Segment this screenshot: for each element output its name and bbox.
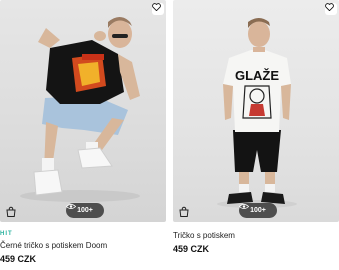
- bag-icon: [6, 206, 16, 217]
- product-card[interactable]: 100+ HIT Černé tričko s potiskem Doom 45…: [0, 0, 166, 270]
- wishlist-button[interactable]: [152, 3, 164, 15]
- bag-icon: [179, 206, 189, 217]
- views-count: 100+: [77, 207, 93, 214]
- add-to-cart-button[interactable]: [5, 206, 17, 218]
- product-card[interactable]: GLAŽE 100+ Tričko s potiskem 459 CZK: [173, 0, 339, 270]
- product-image[interactable]: GLAŽE 100+: [173, 0, 339, 222]
- product-price: 459 CZK: [173, 244, 210, 254]
- wishlist-button[interactable]: [325, 3, 337, 15]
- views-pill: 100+: [66, 203, 104, 218]
- model-photo-illustration: GLAŽE: [217, 18, 297, 208]
- product-title[interactable]: Černé tričko s potiskem Doom: [0, 241, 107, 250]
- product-grid: 100+ HIT Černé tričko s potiskem Doom 45…: [0, 0, 339, 270]
- product-badge: HIT: [0, 231, 13, 237]
- heart-icon: [325, 3, 334, 11]
- product-title[interactable]: Tričko s potiskem: [173, 231, 235, 240]
- views-count: 100+: [250, 207, 266, 214]
- heart-icon: [152, 3, 161, 11]
- eye-icon: [239, 204, 249, 209]
- eye-icon: [66, 204, 76, 209]
- add-to-cart-button[interactable]: [178, 206, 190, 218]
- tshirt-print-text: GLAŽE: [235, 68, 279, 83]
- views-pill: 100+: [239, 203, 277, 218]
- model-photo-illustration: [20, 17, 140, 202]
- product-price: 459 CZK: [0, 254, 37, 264]
- product-image[interactable]: 100+: [0, 0, 166, 222]
